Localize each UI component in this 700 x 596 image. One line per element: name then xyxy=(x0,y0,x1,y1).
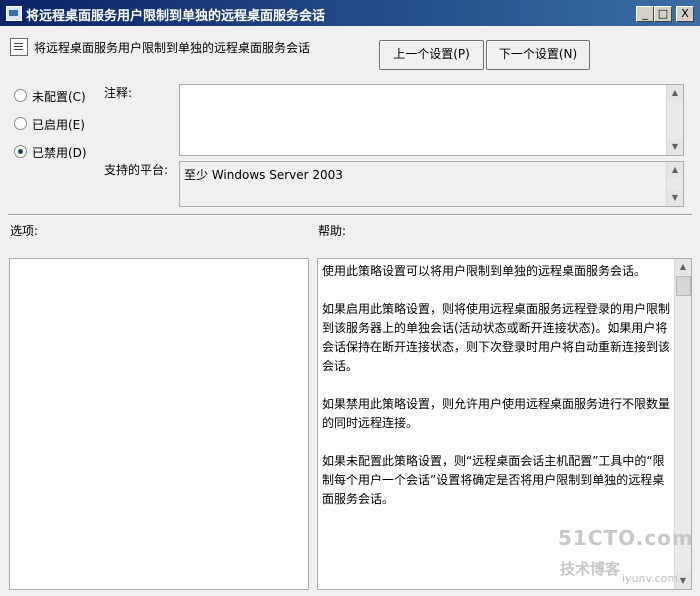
comment-scrollbar[interactable]: ▲ ▼ xyxy=(666,85,683,155)
radio-not-configured[interactable] xyxy=(14,89,27,102)
help-paragraph: 如果启用此策略设置，则将使用远程桌面服务远程登录的用户限制到该服务器上的单独会话… xyxy=(322,302,671,373)
setting-icon xyxy=(10,38,28,56)
radio-not-configured-label[interactable]: 未配置(C) xyxy=(32,88,86,105)
options-label: 选项: xyxy=(10,224,39,238)
scroll-thumb[interactable] xyxy=(676,276,691,296)
radio-disabled[interactable] xyxy=(14,145,27,158)
options-panel xyxy=(9,258,309,590)
next-setting-button[interactable]: 下一个设置(N) xyxy=(486,40,590,70)
close-button[interactable]: X xyxy=(676,6,694,22)
platform-field: 至少 Windows Server 2003 ▲ ▼ xyxy=(179,161,684,207)
scroll-up-icon[interactable]: ▲ xyxy=(675,259,691,275)
help-paragraph: 使用此策略设置可以将用户限制到单独的远程桌面服务会话。 xyxy=(322,264,647,278)
help-label: 帮助: xyxy=(318,224,347,238)
help-paragraph: 如果禁用此策略设置，则允许用户使用远程桌面服务进行不限数量的同时远程连接。 xyxy=(322,397,671,430)
scroll-down-icon[interactable]: ▼ xyxy=(667,139,683,155)
app-icon xyxy=(6,6,22,21)
watermark-text: iyunv.com xyxy=(622,572,679,585)
platform-value: 至少 Windows Server 2003 xyxy=(184,168,343,182)
comment-label: 注释: xyxy=(104,86,133,100)
radio-disabled-label[interactable]: 已禁用(D) xyxy=(32,144,87,161)
platform-scrollbar[interactable]: ▲ ▼ xyxy=(666,162,683,206)
watermark-text: 技术博客 xyxy=(560,560,621,578)
maximize-button[interactable]: □ xyxy=(654,6,672,22)
setting-name: 将远程桌面服务用户限制到单独的远程桌面服务会话 xyxy=(34,41,311,55)
comment-textarea[interactable]: ▲ ▼ xyxy=(179,84,684,156)
platform-label: 支持的平台: xyxy=(104,163,169,177)
minimize-button[interactable]: _ xyxy=(636,6,654,22)
radio-enabled-label[interactable]: 已启用(E) xyxy=(32,116,85,133)
help-text: 使用此策略设置可以将用户限制到单独的远程桌面服务会话。 如果启用此策略设置，则将… xyxy=(322,262,671,528)
scroll-up-icon[interactable]: ▲ xyxy=(667,162,683,178)
scroll-down-icon[interactable]: ▼ xyxy=(667,190,683,206)
title-bar[interactable]: 将远程桌面服务用户限制到单独的远程桌面服务会话 _ □ X xyxy=(0,0,700,26)
window-title: 将远程桌面服务用户限制到单独的远程桌面服务会话 xyxy=(26,9,326,24)
scroll-up-icon[interactable]: ▲ xyxy=(667,85,683,101)
watermark-text: 51CTO.com xyxy=(558,526,694,550)
previous-setting-button[interactable]: 上一个设置(P) xyxy=(379,40,484,70)
section-divider xyxy=(8,214,692,215)
help-paragraph: 如果未配置此策略设置，则“远程桌面会话主机配置”工具中的“限制每个用户一个会话”… xyxy=(322,454,665,506)
radio-enabled[interactable] xyxy=(14,117,27,130)
